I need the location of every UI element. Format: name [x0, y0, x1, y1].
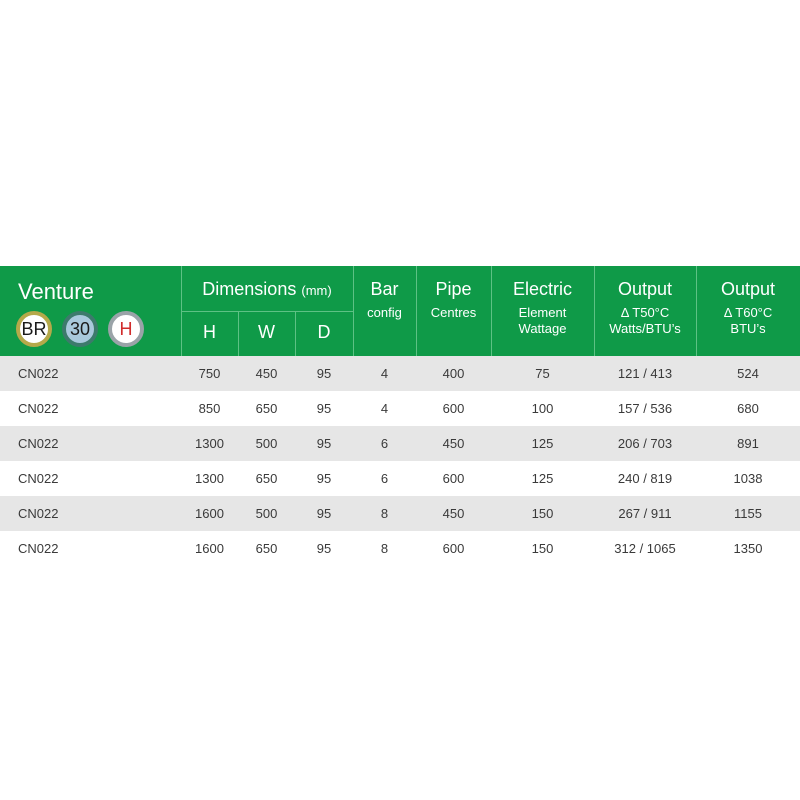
- output60-sub-line1: Δ T60°C: [723, 305, 773, 320]
- divider: [181, 311, 353, 312]
- dimensions-unit: (mm): [301, 283, 332, 298]
- output60-subheader: Δ T60°C BTU’s: [696, 305, 800, 337]
- badge-label: 30: [69, 318, 91, 339]
- cell-h: 1300: [195, 471, 224, 486]
- product-code-cell: CN022: [18, 471, 59, 486]
- dimensions-label: Dimensions: [202, 279, 297, 299]
- cell-out50: 157 / 536: [617, 401, 673, 416]
- bar-subheader: config: [367, 305, 402, 320]
- cell-d: 95: [316, 366, 332, 381]
- cell-out60: 891: [737, 436, 759, 451]
- cell-h: 1600: [195, 506, 224, 521]
- dimensions-header: Dimensions (mm): [181, 279, 353, 300]
- table-row: CN022 750 450 95 4 400 75 121 / 413 524: [0, 356, 800, 391]
- cell-d: 95: [316, 436, 332, 451]
- table-row: CN022 1600 650 95 8 600 150 312 / 1065 1350: [0, 531, 800, 566]
- product-code-cell: CN022: [18, 436, 59, 451]
- cell-pipe: 450: [442, 436, 465, 451]
- cell-out60: 1038: [733, 471, 763, 486]
- electric-subheader: Element Wattage: [491, 305, 594, 337]
- cell-d: 95: [316, 471, 332, 486]
- output60-sub-line2: BTU’s: [730, 321, 766, 336]
- cell-watt: 125: [531, 471, 554, 486]
- cell-bar: 8: [380, 506, 389, 521]
- output50-header: Output: [617, 279, 673, 299]
- cell-watt: 100: [531, 401, 554, 416]
- cell-watt: 75: [535, 366, 550, 381]
- cell-bar: 6: [380, 436, 389, 451]
- cell-h: 1300: [195, 436, 224, 451]
- dim-h-header: H: [203, 322, 216, 342]
- cell-out50: 267 / 911: [618, 506, 672, 521]
- pipe-header: Pipe: [435, 279, 472, 299]
- cell-d: 95: [316, 401, 332, 416]
- cell-out60: 680: [737, 401, 759, 416]
- cell-bar: 8: [380, 541, 389, 556]
- dim-w-header: W: [258, 322, 275, 342]
- cell-bar: 4: [380, 366, 389, 381]
- cell-w: 450: [255, 366, 278, 381]
- cell-out60: 524: [737, 366, 759, 381]
- cell-bar: 4: [380, 401, 389, 416]
- cell-w: 500: [255, 436, 278, 451]
- cell-w: 500: [255, 506, 278, 521]
- cell-h: 1600: [195, 541, 224, 556]
- output50-sub-line1: Δ T50°C: [620, 305, 670, 320]
- cell-out50: 312 / 1065: [614, 541, 676, 556]
- cell-pipe: 450: [442, 506, 465, 521]
- cell-w: 650: [255, 401, 278, 416]
- cell-h: 850: [198, 401, 221, 416]
- cell-bar: 6: [380, 471, 389, 486]
- cell-d: 95: [316, 506, 332, 521]
- pipe-subheader: Centres: [430, 305, 477, 320]
- electric-sub-line1: Element: [518, 305, 567, 320]
- table-row: CN022 850 650 95 4 600 100 157 / 536 680: [0, 391, 800, 426]
- table-body: CN022 750 450 95 4 400 75 121 / 413 524 CN022 850 6…: [0, 356, 800, 566]
- table-row: CN022 1300 500 95 6 450 125 206 / 703 891: [0, 426, 800, 461]
- cell-out60: 1350: [733, 541, 763, 556]
- cell-pipe: 600: [442, 471, 465, 486]
- dim-d-header: D: [317, 322, 331, 342]
- cell-watt: 150: [531, 506, 554, 521]
- cell-d: 95: [316, 541, 332, 556]
- cell-watt: 150: [531, 541, 554, 556]
- output50-subheader: Δ T50°C Watts/BTU’s: [594, 305, 696, 337]
- badge-br: BR: [16, 311, 52, 347]
- badge-h: H: [108, 311, 144, 347]
- product-title: Venture: [18, 279, 94, 304]
- bar-header: Bar: [370, 279, 399, 299]
- cell-out50: 240 / 819: [617, 471, 673, 486]
- product-code-cell: CN022: [18, 401, 59, 416]
- cell-out50: 206 / 703: [617, 436, 673, 451]
- badge-label: BR: [21, 318, 47, 339]
- cell-pipe: 600: [442, 541, 465, 556]
- product-code-cell: CN022: [18, 541, 59, 556]
- product-code-cell: CN022: [18, 366, 59, 381]
- output50-sub-line2: Watts/BTU’s: [609, 321, 681, 336]
- table-row: CN022 1600 500 95 8 450 150 267 / 911 1155: [0, 496, 800, 531]
- badge-30: 30: [62, 311, 98, 347]
- cell-w: 650: [255, 471, 278, 486]
- output60-header: Output: [720, 279, 776, 299]
- electric-header: Electric: [512, 279, 572, 299]
- product-code-cell: CN022: [18, 506, 59, 521]
- cell-w: 650: [255, 541, 278, 556]
- cell-out60: 1155: [734, 506, 762, 521]
- badge-label: H: [119, 318, 133, 339]
- cell-out50: 121 / 413: [617, 366, 673, 381]
- cell-watt: 125: [531, 436, 554, 451]
- electric-sub-line2: Wattage: [518, 321, 567, 336]
- cell-pipe: 600: [442, 401, 465, 416]
- table-row: CN022 1300 650 95 6 600 125 240 / 819 1038: [0, 461, 800, 496]
- cell-pipe: 400: [442, 366, 465, 381]
- cell-h: 750: [198, 366, 221, 381]
